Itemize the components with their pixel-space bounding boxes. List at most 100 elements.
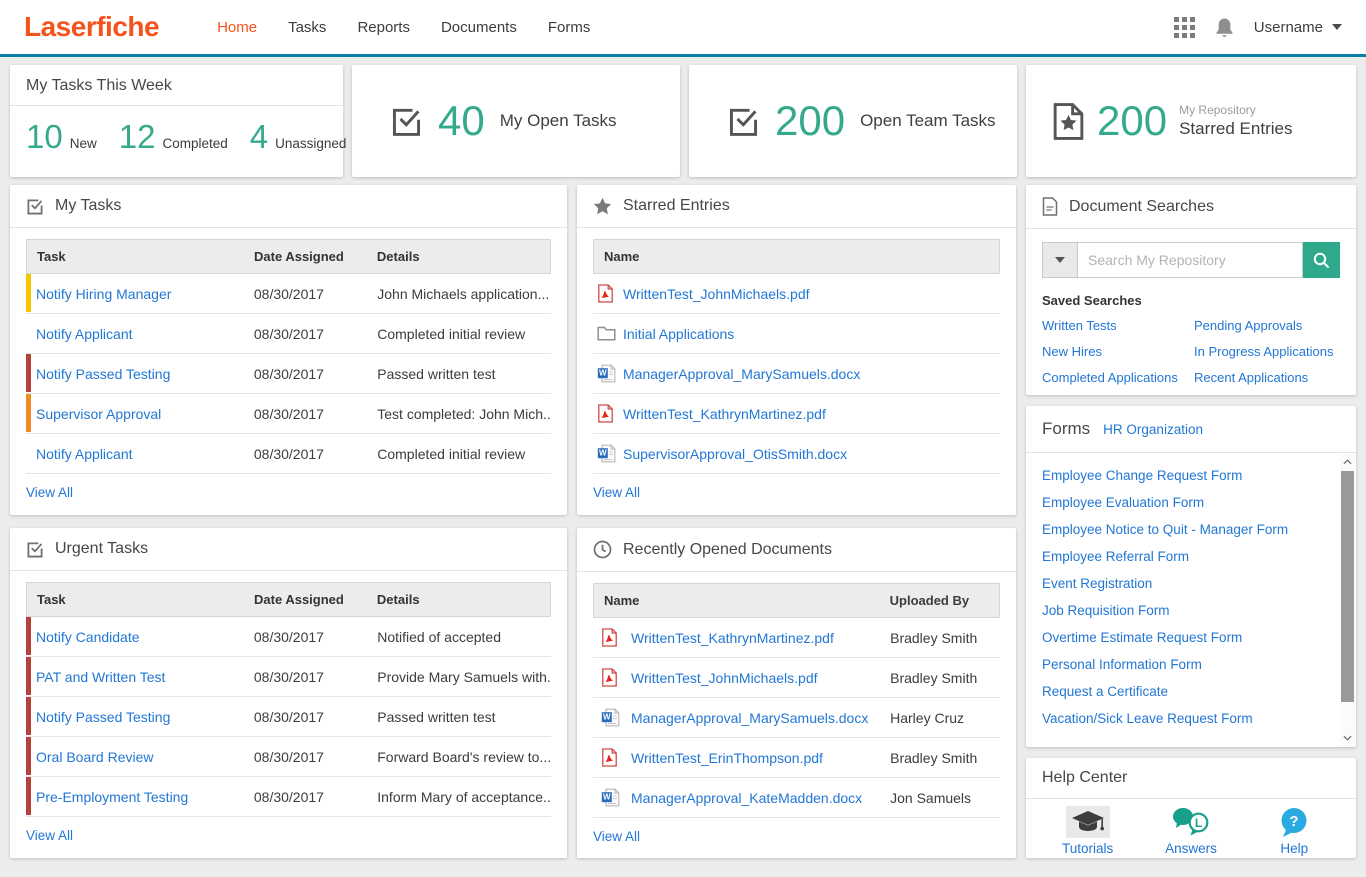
task-link[interactable]: Notify Passed Testing: [36, 366, 170, 382]
saved-search-link[interactable]: Recent Applications: [1194, 370, 1340, 385]
summary-cards-row: My Tasks This Week 10New12Completed4Unas…: [10, 65, 1356, 177]
task-link[interactable]: Pre-Employment Testing: [36, 789, 188, 805]
view-all-link[interactable]: View All: [26, 485, 73, 500]
column-header: Details: [367, 240, 550, 273]
view-all-link[interactable]: View All: [26, 828, 73, 843]
form-link[interactable]: Overtime Estimate Request Form: [1042, 624, 1332, 651]
saved-search-link[interactable]: New Hires: [1042, 344, 1194, 359]
folder-icon: [593, 326, 623, 341]
task-link[interactable]: Supervisor Approval: [36, 406, 161, 422]
check-square-icon: [390, 106, 423, 137]
document-link[interactable]: WrittenTest_ErinThompson.pdf: [631, 750, 823, 766]
forms-org-link[interactable]: HR Organization: [1103, 422, 1203, 437]
panel-title: Forms: [1042, 419, 1090, 439]
task-link[interactable]: Notify Passed Testing: [36, 709, 170, 725]
form-link[interactable]: Personal Information Form: [1042, 651, 1332, 678]
document-link[interactable]: WrittenTest_KathrynMartinez.pdf: [631, 630, 834, 646]
document-link[interactable]: ManagerApproval_MarySamuels.docx: [631, 710, 868, 726]
task-details: Test completed: John Mich...: [367, 406, 551, 422]
chat-bubbles-icon: L: [1172, 805, 1210, 839]
notifications-bell-icon[interactable]: [1215, 17, 1234, 38]
nav-item-forms[interactable]: Forms: [548, 19, 591, 36]
scroll-up-icon[interactable]: [1340, 454, 1355, 470]
panel-title: Starred Entries: [623, 197, 730, 215]
apps-grid-icon[interactable]: [1174, 17, 1195, 38]
card-open-team-tasks: 200 Open Team Tasks: [689, 65, 1017, 177]
form-link[interactable]: Employee Notice to Quit - Manager Form: [1042, 516, 1332, 543]
search-button[interactable]: [1303, 242, 1340, 278]
table-row: W ManagerApproval_KateMadden.docx Jon Samu…: [593, 778, 1000, 818]
saved-search-link[interactable]: Completed Applications: [1042, 370, 1194, 385]
date-assigned: 08/30/2017: [244, 669, 367, 685]
date-assigned: 08/30/2017: [244, 406, 367, 422]
svg-text:W: W: [599, 449, 607, 458]
view-all-link[interactable]: View All: [593, 829, 640, 844]
entry-link[interactable]: SupervisorApproval_OtisSmith.docx: [623, 446, 847, 462]
starred-document-icon: [1052, 102, 1085, 141]
task-link[interactable]: Notify Hiring Manager: [36, 286, 171, 302]
nav-item-reports[interactable]: Reports: [357, 19, 410, 36]
form-link[interactable]: Employee Evaluation Form: [1042, 489, 1332, 516]
priority-flag: [26, 737, 31, 775]
form-link[interactable]: Vacation/Sick Leave Request Form: [1042, 705, 1332, 732]
form-link[interactable]: Employee Change Request Form: [1042, 462, 1332, 489]
column-header: Name: [594, 240, 999, 273]
user-menu[interactable]: Username: [1254, 19, 1342, 36]
nav-item-home[interactable]: Home: [217, 19, 257, 36]
date-assigned: 08/30/2017: [244, 629, 367, 645]
entry-link[interactable]: ManagerApproval_MarySamuels.docx: [623, 366, 860, 382]
card-my-open-tasks: 40 My Open Tasks: [352, 65, 680, 177]
saved-search-link[interactable]: Written Tests: [1042, 318, 1194, 333]
svg-text:W: W: [603, 793, 611, 802]
form-link[interactable]: Employee Referral Form: [1042, 543, 1332, 570]
stat-value: 10: [26, 118, 63, 156]
svg-text:L: L: [1195, 816, 1202, 830]
task-link[interactable]: Notify Applicant: [36, 446, 133, 462]
view-all-link[interactable]: View All: [593, 485, 640, 500]
svg-text:W: W: [599, 369, 607, 378]
form-link[interactable]: Job Requisition Form: [1042, 597, 1332, 624]
column-header: Date Assigned: [244, 583, 367, 616]
task-link[interactable]: Notify Applicant: [36, 326, 133, 342]
search-input[interactable]: [1078, 242, 1303, 278]
help-item-help[interactable]: ?Help: [1249, 805, 1339, 856]
task-link[interactable]: Oral Board Review: [36, 749, 154, 765]
help-item-tutorials[interactable]: Tutorials: [1043, 805, 1133, 856]
entry-link[interactable]: WrittenTest_KathrynMartinez.pdf: [623, 406, 826, 422]
uploaded-by: Bradley Smith: [890, 750, 1000, 766]
help-item-label: Tutorials: [1062, 841, 1113, 856]
nav-item-tasks[interactable]: Tasks: [288, 19, 326, 36]
pdf-icon: [593, 284, 623, 303]
card-my-tasks-this-week: My Tasks This Week 10New12Completed4Unas…: [10, 65, 343, 177]
scroll-down-icon[interactable]: [1340, 730, 1355, 746]
form-link[interactable]: Event Registration: [1042, 570, 1332, 597]
scrollbar-thumb[interactable]: [1341, 471, 1354, 702]
document-link[interactable]: WrittenTest_JohnMichaels.pdf: [631, 670, 818, 686]
document-icon: [1042, 197, 1058, 216]
pdf-icon: [593, 748, 631, 767]
saved-search-link[interactable]: Pending Approvals: [1194, 318, 1340, 333]
task-details: John Michaels application...: [367, 286, 551, 302]
uploaded-by: Jon Samuels: [890, 790, 1000, 806]
svg-text:?: ?: [1290, 813, 1299, 830]
help-item-answers[interactable]: LAnswers: [1146, 805, 1236, 856]
task-link[interactable]: Notify Candidate: [36, 629, 140, 645]
priority-flag: [26, 777, 31, 815]
scrollbar[interactable]: [1340, 454, 1355, 746]
word-icon: W: [593, 708, 631, 727]
open-tasks-label: My Open Tasks: [500, 111, 617, 131]
task-details: Completed initial review: [367, 326, 551, 342]
search-scope-dropdown[interactable]: [1042, 242, 1078, 278]
nav-item-documents[interactable]: Documents: [441, 19, 517, 36]
saved-search-link[interactable]: In Progress Applications: [1194, 344, 1340, 359]
entry-link[interactable]: Initial Applications: [623, 326, 734, 342]
form-link[interactable]: Request a Certificate: [1042, 678, 1332, 705]
table-row: WrittenTest_ErinThompson.pdf Bradley Smit…: [593, 738, 1000, 778]
app-logo[interactable]: Laserfiche: [24, 11, 159, 43]
table-row: Notify Applicant08/30/2017Completed init…: [26, 314, 551, 354]
week-stats: 10New12Completed4Unassigned: [10, 106, 343, 168]
entry-link[interactable]: WrittenTest_JohnMichaels.pdf: [623, 286, 810, 302]
task-link[interactable]: PAT and Written Test: [36, 669, 165, 685]
document-link[interactable]: ManagerApproval_KateMadden.docx: [631, 790, 862, 806]
column-header: Task: [27, 583, 244, 616]
